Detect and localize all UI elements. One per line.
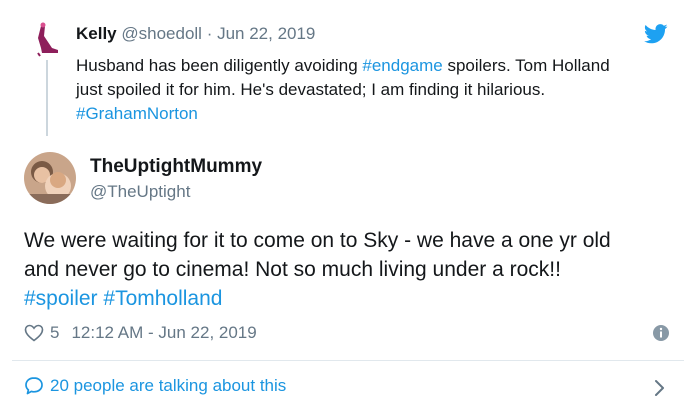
hashtag-tomholland[interactable]: #Tomholland — [103, 287, 222, 310]
hashtag-grahamnorton[interactable]: #GrahamNorton — [76, 104, 198, 123]
heart-icon[interactable] — [24, 324, 44, 342]
twitter-bird-icon[interactable] — [643, 24, 668, 44]
talking-about-label[interactable]: 20 people are talking about this — [50, 376, 286, 396]
date-separator: · — [201, 24, 218, 43]
avatar[interactable] — [24, 152, 76, 204]
tweet-meta-row: 5 12:12 AM - Jun 22, 2019 — [24, 322, 257, 344]
divider — [12, 360, 684, 361]
quote-body: Husband has been diligently avoiding #en… — [76, 54, 636, 126]
talking-about-link[interactable]: 20 people are talking about this — [24, 376, 286, 396]
speech-bubble-icon — [24, 376, 44, 396]
quote-header: Kelly @shoedoll · Jun 22, 2019 — [76, 24, 315, 44]
quote-text-1: Husband has been diligently avoiding — [76, 56, 363, 75]
tweet-text-line-1: We were waiting for it to come on to Sky… — [24, 229, 611, 252]
chevron-right-icon[interactable] — [654, 378, 666, 398]
thread-line — [46, 60, 48, 136]
quote-author-name[interactable]: Kelly — [76, 24, 117, 43]
author-name[interactable]: TheUptightMummy — [90, 156, 262, 178]
quote-avatar[interactable] — [32, 22, 62, 58]
hashtag-spoiler[interactable]: #spoiler — [24, 287, 98, 310]
quote-author-handle[interactable]: @shoedoll — [121, 24, 202, 43]
tweet-body: We were waiting for it to come on to Sky… — [24, 226, 664, 313]
tweet-timestamp[interactable]: 12:12 AM - Jun 22, 2019 — [71, 323, 256, 343]
info-icon[interactable] — [652, 324, 670, 342]
author-handle[interactable]: @TheUptight — [90, 182, 190, 202]
quote-date[interactable]: Jun 22, 2019 — [217, 24, 315, 43]
tweet-text-line-2: and never go to cinema! Not so much livi… — [24, 258, 561, 281]
like-count[interactable]: 5 — [50, 323, 59, 343]
hashtag-endgame[interactable]: #endgame — [362, 56, 442, 75]
